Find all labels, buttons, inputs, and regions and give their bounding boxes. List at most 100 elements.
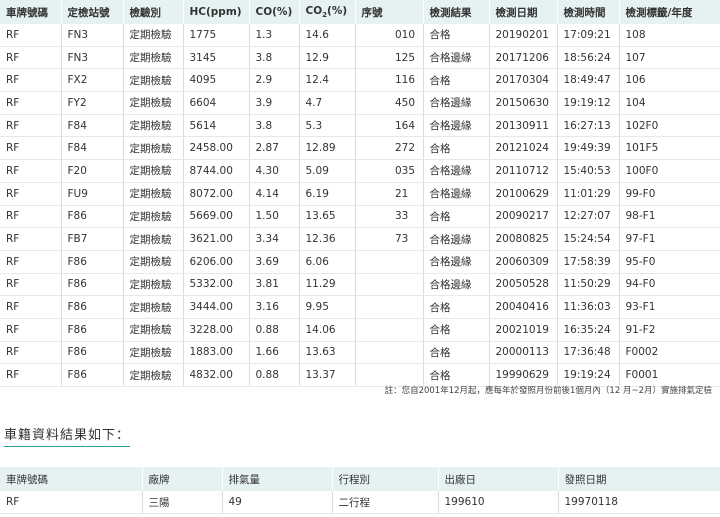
cell-hc: 5332.00 (183, 273, 250, 297)
inspection-row: RF FX2 定期檢驗 4095 2.9 12.4 116 合格 20170304 18:49:4… (0, 68, 720, 93)
reg-made: 199610 (438, 491, 559, 514)
reg-brand: 三陽 (142, 491, 223, 514)
registration-row: RF 三陽 49 二行程 199610 19970118 (0, 491, 720, 514)
cell-co2: 13.37 (299, 363, 356, 387)
cell-plate: RF (0, 136, 62, 161)
cell-spacer (355, 136, 389, 161)
cell-plate: RF (0, 341, 62, 365)
cell-type: 定期檢驗 (123, 182, 184, 206)
cell-co2: 6.19 (299, 182, 356, 206)
cell-result: 合格邊緣 (423, 250, 490, 274)
cell-co2: 12.4 (299, 68, 356, 93)
cell-co2: 4.7 (299, 91, 356, 115)
cell-seq (389, 341, 424, 365)
cell-type: 定期檢驗 (123, 24, 184, 47)
col-type: 檢驗別 (123, 0, 184, 24)
col-label: 檢測標籤/年度 (619, 0, 720, 24)
cell-date: 20000113 (489, 341, 558, 365)
cell-plate: RF (0, 318, 62, 342)
cell-co: 2.87 (249, 136, 300, 161)
cell-date: 20040416 (489, 295, 558, 319)
col-station: 定檢站號 (61, 0, 124, 24)
cell-time: 11:36:03 (557, 295, 620, 319)
cell-co2: 12.36 (299, 227, 356, 251)
cell-plate: RF (0, 227, 62, 251)
reg-col-issued: 發照日期 (558, 467, 720, 491)
cell-co2: 6.06 (299, 250, 356, 274)
cell-type: 定期檢驗 (123, 114, 184, 138)
cell-co: 4.14 (249, 182, 300, 206)
cell-time: 17:36:48 (557, 341, 620, 365)
cell-result: 合格 (423, 24, 490, 47)
cell-seq: 116 (389, 68, 424, 93)
cell-spacer (355, 24, 389, 47)
inspection-row: RF F86 定期檢驗 5669.00 1.50 13.65 33 合格 20090217 12:… (0, 205, 720, 229)
cell-date: 20150630 (489, 91, 558, 115)
cell-spacer (355, 295, 389, 319)
cell-time: 17:09:21 (557, 24, 620, 47)
cell-seq (389, 318, 424, 342)
col-plate: 車牌號碼 (0, 0, 62, 24)
cell-result: 合格 (423, 318, 490, 342)
cell-seq: 010 (389, 24, 424, 47)
cell-date: 20021019 (489, 318, 558, 342)
cell-type: 定期檢驗 (123, 46, 184, 70)
cell-result: 合格 (423, 68, 490, 93)
cell-plate: RF (0, 91, 62, 115)
registration-section-title: 車籍資料結果如下： (4, 424, 131, 447)
inspection-row: RF F86 定期檢驗 5332.00 3.81 11.29 合格邊緣 20050528 11:… (0, 273, 720, 297)
cell-spacer (355, 182, 389, 206)
cell-co: 3.34 (249, 227, 300, 251)
cell-plate: RF (0, 205, 62, 229)
cell-station: FB7 (61, 227, 124, 251)
col-co2: CO2(%) (299, 0, 356, 24)
cell-time: 18:56:24 (557, 46, 620, 70)
reg-plate: RF (0, 491, 143, 514)
cell-result: 合格邊緣 (423, 91, 490, 115)
cell-plate: RF (0, 68, 62, 93)
cell-time: 15:40:53 (557, 159, 620, 183)
cell-co: 1.3 (249, 24, 300, 47)
cell-spacer (355, 227, 389, 251)
col-result: 檢測結果 (423, 0, 490, 24)
col-time: 檢測時間 (557, 0, 620, 24)
cell-result: 合格邊緣 (423, 46, 490, 70)
cell-date: 20121024 (489, 136, 558, 161)
cell-station: F84 (61, 136, 124, 161)
cell-hc: 5614 (183, 114, 250, 138)
cell-hc: 3145 (183, 46, 250, 70)
cell-plate: RF (0, 182, 62, 206)
registration-header-row: 車牌號碼 廠牌 排氣量 行程別 出廠日 發照日期 (0, 467, 720, 491)
cell-co: 0.88 (249, 318, 300, 342)
cell-type: 定期檢驗 (123, 318, 184, 342)
reg-displacement: 49 (222, 491, 333, 514)
cell-time: 19:19:12 (557, 91, 620, 115)
inspection-note: 註：您自2001年12月起，應每年於發照月份前後1個月內（12 月~2月）實施排… (384, 386, 712, 396)
cell-type: 定期檢驗 (123, 205, 184, 229)
cell-type: 定期檢驗 (123, 68, 184, 93)
cell-date: 20171206 (489, 46, 558, 70)
cell-time: 16:35:24 (557, 318, 620, 342)
cell-co2: 14.06 (299, 318, 356, 342)
cell-co2: 13.63 (299, 341, 356, 365)
reg-issued: 19970118 (558, 491, 720, 514)
cell-date: 20060309 (489, 250, 558, 274)
cell-label: 93-F1 (619, 295, 720, 319)
cell-station: FN3 (61, 46, 124, 70)
cell-date: 20170304 (489, 68, 558, 93)
reg-col-brand: 廠牌 (142, 467, 223, 491)
cell-type: 定期檢驗 (123, 295, 184, 319)
cell-co2: 13.65 (299, 205, 356, 229)
cell-result: 合格邊緣 (423, 114, 490, 138)
cell-station: FX2 (61, 68, 124, 93)
cell-hc: 6604 (183, 91, 250, 115)
cell-seq: 21 (389, 182, 424, 206)
cell-co2: 11.29 (299, 273, 356, 297)
cell-plate: RF (0, 363, 62, 387)
cell-seq: 272 (389, 136, 424, 161)
inspection-row: RF FN3 定期檢驗 3145 3.8 12.9 125 合格邊緣 20171206 18:56… (0, 46, 720, 70)
inspection-row: RF F86 定期檢驗 1883.00 1.66 13.63 合格 20000113 17:36… (0, 341, 720, 365)
cell-spacer (355, 159, 389, 183)
cell-station: F86 (61, 250, 124, 274)
cell-spacer (355, 273, 389, 297)
